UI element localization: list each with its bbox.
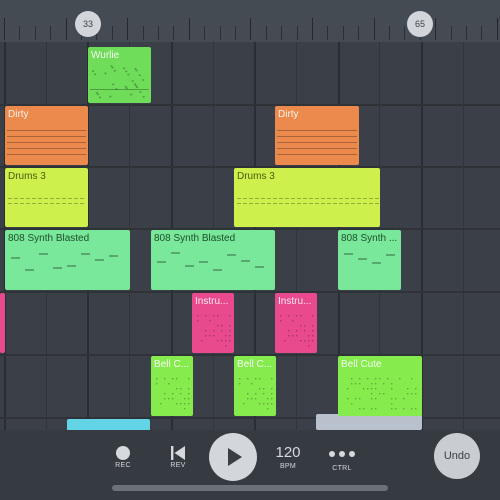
ruler-tick: [281, 26, 283, 40]
ruler-tick: [389, 26, 390, 40]
ruler-tick: [327, 26, 329, 40]
rec-button[interactable]: REC: [108, 446, 138, 469]
clip-bell-1[interactable]: Bell C...: [151, 356, 193, 416]
clip-drums-3-1[interactable]: Drums 3: [5, 168, 88, 227]
bar-marker[interactable]: 65: [407, 11, 433, 37]
bpm-button[interactable]: 120 BPM: [268, 444, 308, 470]
track-divider: [0, 291, 500, 293]
arrangement-grid[interactable]: Wurlie Dirty Dirty Drums 3 Drums 3 808 Synth …: [0, 42, 500, 430]
ruler-tick: [4, 18, 5, 40]
bpm-value: 120: [275, 444, 301, 461]
ctrl-label: CTRL: [332, 465, 352, 472]
ruler-tick: [142, 26, 144, 40]
clip-bell-2[interactable]: Bell C...: [234, 356, 276, 416]
clip-label: 808 Synth Blasted: [8, 233, 90, 244]
clip-label: Instru...: [278, 296, 312, 307]
ruler-tick: [496, 18, 498, 40]
ruler-tick: [312, 18, 313, 40]
ruler-tick: [466, 26, 467, 40]
clip-synth-3[interactable]: 808 Synth ...: [338, 230, 401, 290]
ruler-tick: [265, 26, 267, 40]
clip-dirty-2[interactable]: Dirty: [275, 106, 359, 165]
ruler-tick: [158, 26, 159, 40]
ruler-tick: [435, 18, 437, 40]
clip-label: Bell C...: [154, 359, 190, 370]
more-dots-icon: [329, 451, 355, 457]
ruler-tick: [342, 26, 344, 40]
clip-edge-cyan[interactable]: [67, 419, 150, 430]
ruler-tick: [358, 26, 360, 40]
bar-marker[interactable]: 33: [75, 11, 101, 37]
ruler-tick: [296, 26, 298, 40]
ruler-tick: [50, 26, 52, 40]
ruler-tick: [65, 18, 67, 40]
rev-label: REV: [170, 462, 186, 469]
grid-line: [295, 42, 297, 430]
ruler-tick: [235, 26, 236, 40]
ruler-tick: [404, 26, 406, 40]
clip-synth-2[interactable]: 808 Synth Blasted: [151, 230, 275, 290]
clip-dirty-1[interactable]: Dirty: [5, 106, 88, 165]
rec-label: REC: [115, 462, 131, 469]
clip-label: Dirty: [278, 109, 299, 120]
bpm-label: BPM: [279, 463, 297, 470]
ruler-tick: [373, 18, 375, 40]
clip-edge-gray[interactable]: [316, 414, 422, 430]
ruler-tick: [219, 26, 221, 40]
clip-label: Dirty: [8, 109, 29, 120]
ruler-tick: [19, 26, 21, 40]
ruler-tick: [127, 18, 129, 40]
rev-button[interactable]: REV: [163, 446, 193, 469]
ruler-tick: [188, 18, 190, 40]
record-dot-icon: [116, 446, 130, 460]
clip-instru-2[interactable]: Instru...: [275, 293, 317, 353]
ruler-tick: [450, 26, 452, 40]
skip-back-icon: [171, 446, 185, 460]
play-button[interactable]: [209, 433, 257, 481]
ctrl-button[interactable]: CTRL: [326, 450, 358, 472]
ruler-tick: [481, 26, 483, 40]
clip-drums-3-2[interactable]: Drums 3: [234, 168, 380, 227]
clip-label: Instru...: [195, 296, 229, 307]
clip-synth-1[interactable]: 808 Synth Blasted: [5, 230, 130, 290]
clip-instru-1[interactable]: Instru...: [192, 293, 234, 353]
grid-line: [462, 42, 464, 430]
undo-button[interactable]: Undo: [434, 433, 480, 479]
ruler-tick: [204, 26, 206, 40]
clip-edge-pink[interactable]: [0, 293, 5, 353]
home-indicator[interactable]: [112, 485, 388, 491]
clip-label: Bell Cute: [341, 359, 382, 370]
clip-wurlie[interactable]: Wurlie: [88, 47, 151, 103]
clip-label: Drums 3: [8, 171, 46, 182]
ruler-tick: [173, 26, 175, 40]
clip-label: Wurlie: [91, 50, 120, 61]
timeline-ruler[interactable]: 33 65: [0, 0, 500, 42]
ruler-tick: [250, 18, 252, 40]
clip-label: 808 Synth Blasted: [154, 233, 236, 244]
ruler-tick: [34, 26, 36, 40]
clip-label: Bell C...: [237, 359, 273, 370]
clip-label: Drums 3: [237, 171, 275, 182]
ruler-tick: [111, 26, 113, 40]
clip-bell-3[interactable]: Bell Cute: [338, 356, 422, 416]
clip-label: 808 Synth ...: [341, 233, 398, 244]
play-icon: [228, 448, 242, 466]
